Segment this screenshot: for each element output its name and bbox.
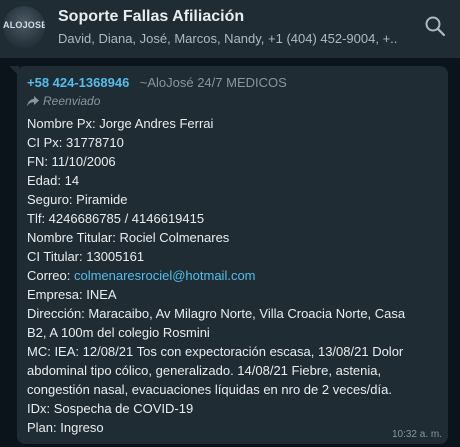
- forwarded-indicator: Reenviado: [27, 94, 100, 108]
- message-line: Empresa: INEA: [27, 287, 117, 302]
- message-line: Plan: Ingreso: [27, 420, 104, 435]
- message-line: CI Px: 31778710: [27, 135, 124, 150]
- message-line: MC: IEA: 12/08/21 Tos con expectoración …: [27, 344, 404, 359]
- message-line: Seguro: Piramide: [27, 192, 128, 207]
- correo-line: Correo: colmenaresrociel@hotmail.com: [27, 266, 441, 285]
- chat-title[interactable]: Soporte Fallas Afiliación: [58, 8, 244, 26]
- avatar-logo-text: ALOJOSÉ: [3, 20, 45, 30]
- message-line: Nombre Px: Jorge Andres Ferrai: [27, 116, 214, 131]
- message-line: Edad: 14: [27, 173, 80, 188]
- message-line: abdominal tipo cólico, generalizado. 14/…: [27, 363, 382, 378]
- group-avatar[interactable]: ALOJOSÉ: [3, 6, 45, 48]
- message-body: Nombre Px: Jorge Andres Ferrai CI Px: 31…: [27, 114, 441, 437]
- message-timestamp: 10:32 a. m.: [391, 429, 442, 440]
- forwarded-label: Reenviado: [43, 94, 101, 108]
- message-line: FN: 11/10/2006: [27, 154, 116, 169]
- forward-arrow-icon: [27, 96, 39, 107]
- sender-name: ~AloJosé 24/7 MEDICOS: [139, 75, 287, 90]
- message-bubble[interactable]: +58 424-1368946 ~AloJosé 24/7 MEDICOS Re…: [17, 66, 448, 444]
- chat-header[interactable]: ALOJOSÉ Soporte Fallas Afiliación David,…: [0, 0, 460, 58]
- message-line: Dirección: Maracaibo, Av Milagro Norte, …: [27, 306, 406, 321]
- message-line: Nombre Titular: Rociel Colmenares: [27, 230, 230, 245]
- message-line: IDx: Sospecha de COVID-19: [27, 401, 194, 416]
- email-link[interactable]: colmenaresrociel@hotmail.com: [74, 268, 256, 283]
- correo-label: Correo:: [27, 268, 74, 283]
- message-line: congestión nasal, evacuaciones líquidas …: [27, 382, 392, 397]
- message-line: CI Titular: 13005161: [27, 249, 145, 264]
- sender-row: +58 424-1368946 ~AloJosé 24/7 MEDICOS: [27, 74, 287, 92]
- search-button[interactable]: [423, 14, 451, 42]
- message-line: Tlf: 4246686785 / 4146619415: [27, 211, 205, 226]
- message-line: B2, A 100m del colegio Rosmini: [27, 325, 210, 340]
- sender-phone[interactable]: +58 424-1368946: [27, 75, 129, 90]
- participants-list[interactable]: David, Diana, José, Marcos, Nandy, +1 (4…: [58, 31, 398, 46]
- search-icon: [425, 16, 446, 37]
